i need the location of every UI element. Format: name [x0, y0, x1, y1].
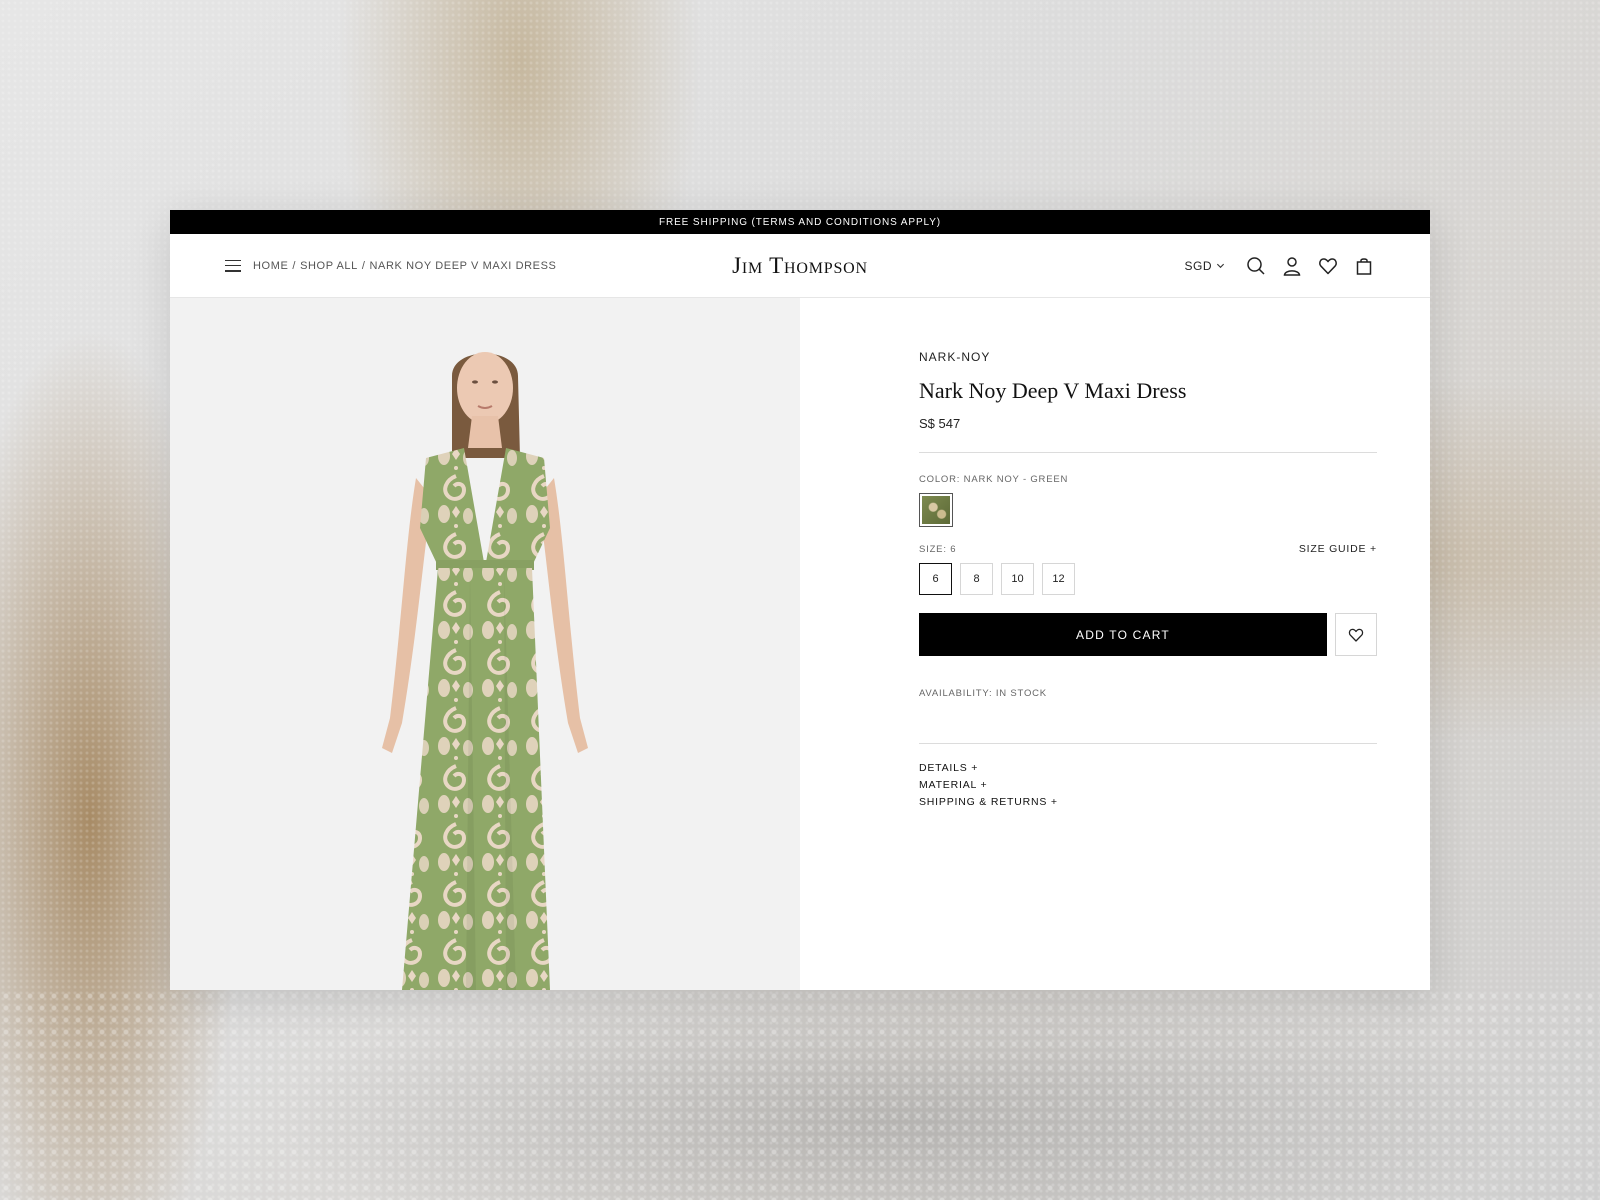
product-info-panel: NARK-NOY Nark Noy Deep V Maxi Dress S$ 5…: [800, 298, 1430, 990]
size-guide-link[interactable]: SIZE GUIDE +: [1299, 543, 1377, 555]
background-fabric: [0, 990, 1600, 1200]
breadcrumb-current[interactable]: NARK NOY DEEP V MAXI DRESS: [370, 260, 557, 272]
accordion-details[interactable]: DETAILS +: [919, 762, 1377, 774]
size-option-8[interactable]: 8: [960, 563, 993, 595]
announcement-text: FREE SHIPPING (TERMS AND CONDITIONS APPL…: [658, 216, 942, 228]
size-option-10[interactable]: 10: [1001, 563, 1034, 595]
collection-name[interactable]: NARK-NOY: [919, 350, 1377, 364]
browser-page: FREE SHIPPING (TERMS AND CONDITIONS APPL…: [170, 210, 1430, 990]
product-image: [382, 352, 588, 990]
announcement-bar: FREE SHIPPING (TERMS AND CONDITIONS APPL…: [170, 210, 1430, 234]
color-label: COLOR: NARK NOY - GREEN: [919, 474, 1069, 485]
search-icon[interactable]: [1245, 255, 1267, 277]
size-header: SIZE: 6 SIZE GUIDE +: [919, 543, 1377, 555]
brand-logo[interactable]: Jim Thompson: [732, 253, 868, 279]
product-price: S$ 547: [919, 416, 961, 431]
menu-icon[interactable]: [225, 259, 241, 272]
breadcrumb-home[interactable]: HOME: [253, 260, 288, 272]
breadcrumb-shop-all[interactable]: SHOP ALL: [300, 260, 358, 272]
product-gallery[interactable]: [170, 298, 800, 990]
currency-selector[interactable]: SGD: [1184, 259, 1225, 273]
product-accordions: DETAILS + MATERIAL + SHIPPING & RETURNS …: [919, 762, 1377, 808]
size-option-12[interactable]: 12: [1042, 563, 1075, 595]
availability-status: AVAILABILITY: IN STOCK: [919, 688, 1047, 699]
heart-icon[interactable]: [1317, 255, 1339, 277]
size-options: 6 8 10 12: [919, 563, 1377, 595]
breadcrumb-separator: /: [361, 259, 366, 272]
product-info: NARK-NOY Nark Noy Deep V Maxi Dress S$ 5…: [919, 350, 1377, 808]
breadcrumb-separator: /: [292, 259, 297, 272]
currency-label: SGD: [1184, 258, 1212, 273]
product-content: NARK-NOY Nark Noy Deep V Maxi Dress S$ 5…: [170, 298, 1430, 990]
size-label: SIZE: 6: [919, 543, 957, 555]
bag-icon[interactable]: [1353, 255, 1375, 277]
color-swatch-green[interactable]: [919, 493, 953, 527]
add-to-cart-button[interactable]: ADD TO CART: [919, 613, 1327, 656]
heart-icon: [1348, 628, 1364, 642]
header-actions: SGD: [1184, 255, 1375, 277]
accordion-shipping-returns[interactable]: SHIPPING & RETURNS +: [919, 796, 1377, 808]
product-title: Nark Noy Deep V Maxi Dress: [919, 378, 1187, 403]
divider: [919, 452, 1377, 453]
account-icon[interactable]: [1281, 255, 1303, 277]
divider: [919, 743, 1377, 744]
breadcrumb: HOME / SHOP ALL / NARK NOY DEEP V MAXI D…: [253, 260, 556, 272]
purchase-actions: ADD TO CART: [919, 613, 1377, 656]
wishlist-button[interactable]: [1335, 613, 1377, 656]
accordion-material[interactable]: MATERIAL +: [919, 779, 1377, 791]
site-header: HOME / SHOP ALL / NARK NOY DEEP V MAXI D…: [170, 234, 1430, 298]
size-option-6[interactable]: 6: [919, 563, 952, 595]
chevron-down-icon: [1216, 263, 1225, 269]
